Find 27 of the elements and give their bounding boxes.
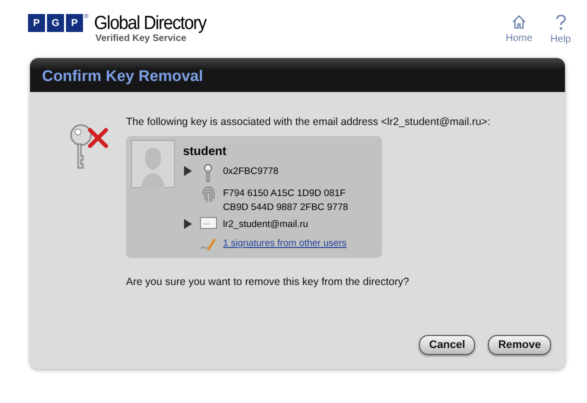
home-icon xyxy=(511,14,528,30)
dialog-button[interactable]: Cancel xyxy=(419,335,476,355)
confirm-question: Are you sure you want to remove this key from the directory? xyxy=(126,276,410,288)
key-owner-name: student xyxy=(183,144,228,158)
envelope-icon xyxy=(200,217,216,229)
logo-subtitle: Verified Key Service xyxy=(95,34,188,44)
fingerprint-icon xyxy=(202,186,214,203)
fingerprint-text: CB9D 544D 9887 2FBC 9778 xyxy=(223,202,348,213)
pen-signature-icon xyxy=(200,236,216,252)
key-icon xyxy=(203,164,213,182)
logo-letter: P xyxy=(28,14,45,32)
expand-triangle-icon[interactable] xyxy=(183,219,193,229)
dialog-button[interactable]: Remove xyxy=(488,335,551,355)
fingerprint-text: F794 6150 A15C 1D9D 081F xyxy=(223,188,347,199)
logo-letter: P xyxy=(66,14,83,32)
signatures-link[interactable]: 1 signatures from other users xyxy=(223,236,347,249)
help-icon xyxy=(554,14,568,31)
dialog-title: Confirm Key Removal xyxy=(42,68,204,86)
nav-link[interactable]: Help xyxy=(550,14,571,58)
nav-link[interactable]: Home xyxy=(506,14,532,58)
avatar-icon xyxy=(131,140,175,188)
key-id-text: 0x2FBC9778 xyxy=(223,166,278,177)
intro-text: The following key is associated with the email address <lr2_student@mail.ru>: xyxy=(126,116,490,128)
logo-title: Global Directory xyxy=(94,14,206,34)
expand-triangle-icon[interactable] xyxy=(183,166,193,176)
email-text: lr2_student@mail.ru xyxy=(223,219,308,230)
logo-letter: G xyxy=(47,14,64,32)
